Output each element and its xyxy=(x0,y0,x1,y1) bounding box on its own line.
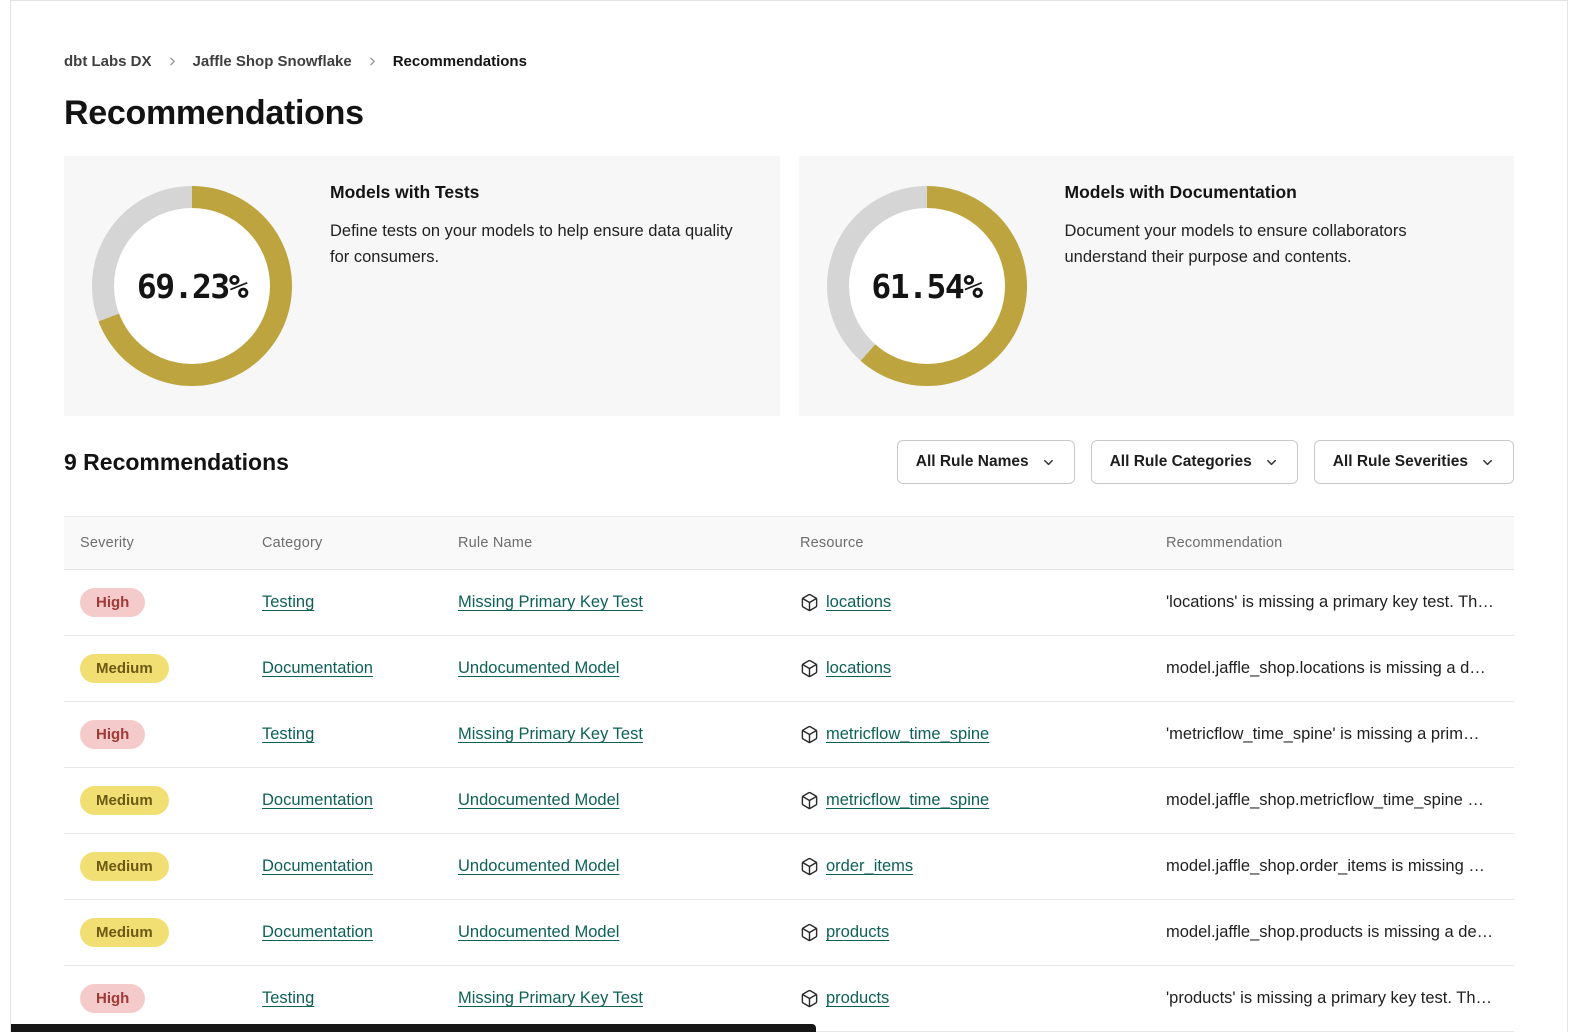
category-link[interactable]: Documentation xyxy=(262,857,373,876)
recommendations-count-heading: 9 Recommendations xyxy=(64,449,289,476)
rule-name-link[interactable]: Undocumented Model xyxy=(458,923,619,942)
table-row: Medium Documentation Undocumented Model … xyxy=(64,834,1514,900)
rule-categories-filter-dropdown[interactable]: All Rule Categories xyxy=(1091,440,1298,484)
documentation-donut-chart: 61.54% xyxy=(827,186,1027,386)
package-icon xyxy=(800,791,819,810)
metric-card-title: Models with Documentation xyxy=(1065,182,1437,203)
rule-name-link[interactable]: Missing Primary Key Test xyxy=(458,725,643,744)
table-header-row: Severity Category Rule Name Resource Rec… xyxy=(64,516,1514,570)
category-link[interactable]: Testing xyxy=(262,725,314,744)
recommendation-text: model.jaffle_shop.metricflow_time_spine … xyxy=(1150,791,1514,810)
filter-label: All Rule Severities xyxy=(1333,453,1468,471)
breadcrumb: dbt Labs DX Jaffle Shop Snowflake Recomm… xyxy=(64,53,1514,70)
breadcrumb-item-project[interactable]: Jaffle Shop Snowflake xyxy=(193,53,352,70)
recommendation-text: 'products' is missing a primary key test… xyxy=(1150,989,1514,1008)
metric-card-documentation: 61.54% Models with Documentation Documen… xyxy=(799,156,1515,416)
column-header-recommendation: Recommendation xyxy=(1150,535,1514,551)
severity-badge: Medium xyxy=(80,852,169,881)
column-header-category: Category xyxy=(246,535,442,551)
metric-card-tests: 69.23% Models with Tests Define tests on… xyxy=(64,156,780,416)
severity-badge: High xyxy=(80,720,145,749)
table-row: Medium Documentation Undocumented Model … xyxy=(64,768,1514,834)
table-row: High Testing Missing Primary Key Test pr… xyxy=(64,966,1514,1032)
table-row: High Testing Missing Primary Key Test lo… xyxy=(64,570,1514,636)
rule-severities-filter-dropdown[interactable]: All Rule Severities xyxy=(1314,440,1514,484)
rule-name-link[interactable]: Undocumented Model xyxy=(458,857,619,876)
resource-link[interactable]: metricflow_time_spine xyxy=(826,791,989,810)
chevron-right-icon xyxy=(366,55,379,68)
recommendation-text: model.jaffle_shop.products is missing a … xyxy=(1150,923,1514,942)
recommendation-text: model.jaffle_shop.locations is missing a… xyxy=(1150,659,1514,678)
table-row: Medium Documentation Undocumented Model … xyxy=(64,636,1514,702)
package-icon xyxy=(800,989,819,1008)
recommendation-text: 'locations' is missing a primary key tes… xyxy=(1150,593,1514,612)
chevron-down-icon xyxy=(1264,455,1279,470)
resource-link[interactable]: metricflow_time_spine xyxy=(826,725,989,744)
package-icon xyxy=(800,659,819,678)
category-link[interactable]: Testing xyxy=(262,989,314,1008)
package-icon xyxy=(800,857,819,876)
rule-names-filter-dropdown[interactable]: All Rule Names xyxy=(897,440,1075,484)
filters: All Rule Names All Rule Categories All R… xyxy=(897,440,1514,484)
table-row: Medium Documentation Undocumented Model … xyxy=(64,900,1514,966)
category-link[interactable]: Testing xyxy=(262,593,314,612)
package-icon xyxy=(800,593,819,612)
metric-card-description: Define tests on your models to help ensu… xyxy=(330,219,756,270)
tests-donut-chart: 69.23% xyxy=(92,186,292,386)
category-link[interactable]: Documentation xyxy=(262,659,373,678)
breadcrumb-item-account[interactable]: dbt Labs DX xyxy=(64,53,152,70)
resource-link[interactable]: locations xyxy=(826,659,891,678)
resource-link[interactable]: products xyxy=(826,923,889,942)
column-header-rule-name: Rule Name xyxy=(442,535,784,551)
filter-label: All Rule Categories xyxy=(1110,453,1252,471)
chevron-right-icon xyxy=(166,55,179,68)
resource-link[interactable]: locations xyxy=(826,593,891,612)
rule-name-link[interactable]: Undocumented Model xyxy=(458,791,619,810)
chevron-down-icon xyxy=(1480,455,1495,470)
horizontal-scrollbar-thumb[interactable] xyxy=(11,1024,816,1032)
list-bar: 9 Recommendations All Rule Names All Rul… xyxy=(64,440,1514,484)
rule-name-link[interactable]: Missing Primary Key Test xyxy=(458,593,643,612)
breadcrumb-item-current: Recommendations xyxy=(393,53,527,70)
rule-name-link[interactable]: Undocumented Model xyxy=(458,659,619,678)
resource-link[interactable]: products xyxy=(826,989,889,1008)
chevron-down-icon xyxy=(1041,455,1056,470)
resource-link[interactable]: order_items xyxy=(826,857,913,876)
column-header-severity: Severity xyxy=(64,535,246,551)
tests-percent-value: 69.23% xyxy=(92,186,292,386)
filter-label: All Rule Names xyxy=(916,453,1029,471)
rule-name-link[interactable]: Missing Primary Key Test xyxy=(458,989,643,1008)
column-header-resource: Resource xyxy=(784,535,1150,551)
severity-badge: Medium xyxy=(80,786,169,815)
recommendations-table: Severity Category Rule Name Resource Rec… xyxy=(64,516,1514,1032)
severity-badge: Medium xyxy=(80,654,169,683)
table-body: High Testing Missing Primary Key Test lo… xyxy=(64,570,1514,1032)
recommendation-text: 'metricflow_time_spine' is missing a pri… xyxy=(1150,725,1514,744)
table-row: High Testing Missing Primary Key Test me… xyxy=(64,702,1514,768)
category-link[interactable]: Documentation xyxy=(262,791,373,810)
metric-card-title: Models with Tests xyxy=(330,182,756,203)
package-icon xyxy=(800,923,819,942)
category-link[interactable]: Documentation xyxy=(262,923,373,942)
metric-cards: 69.23% Models with Tests Define tests on… xyxy=(64,156,1514,416)
metric-card-description: Document your models to ensure collabora… xyxy=(1065,219,1437,270)
severity-badge: High xyxy=(80,984,145,1013)
severity-badge: High xyxy=(80,588,145,617)
severity-badge: Medium xyxy=(80,918,169,947)
recommendation-text: model.jaffle_shop.order_items is missing… xyxy=(1150,857,1514,876)
package-icon xyxy=(800,725,819,744)
documentation-percent-value: 61.54% xyxy=(827,186,1027,386)
page-frame: dbt Labs DX Jaffle Shop Snowflake Recomm… xyxy=(10,0,1568,1032)
page-title: Recommendations xyxy=(64,94,1514,133)
